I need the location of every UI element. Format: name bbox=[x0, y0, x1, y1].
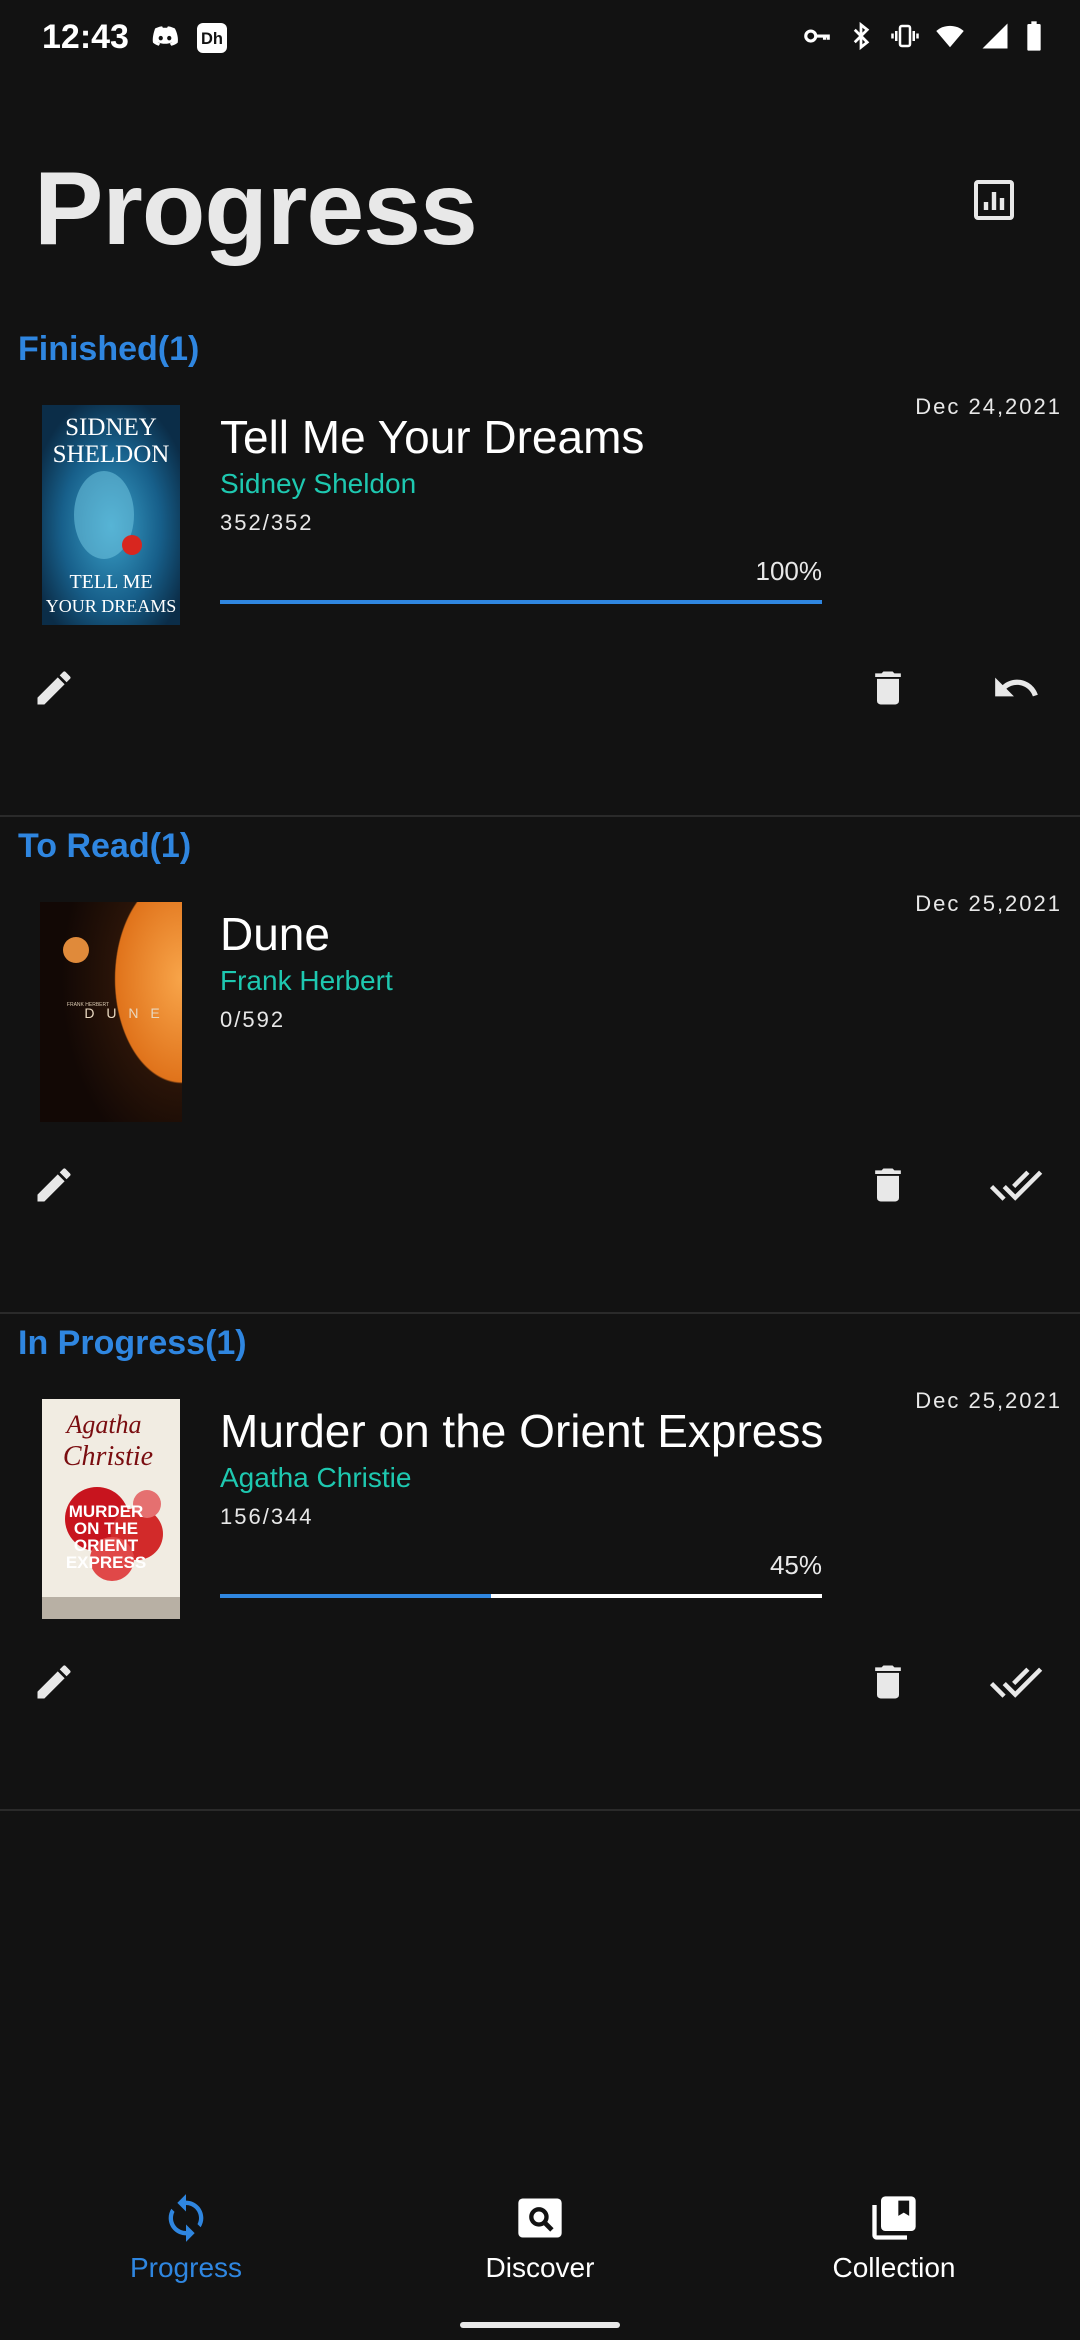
collection-icon bbox=[872, 2196, 916, 2240]
sync-icon bbox=[168, 2194, 204, 2242]
battery-icon bbox=[1024, 20, 1044, 52]
screen: 12:43 Dh Progress Finished(1) SIDNEY SHE… bbox=[0, 0, 1080, 2340]
double-check-icon bbox=[989, 1170, 1043, 1201]
cover-text: Christie bbox=[63, 1441, 153, 1472]
discord-icon bbox=[148, 20, 182, 56]
nav-label: Progress bbox=[129, 2252, 243, 2283]
double-check-icon bbox=[989, 1667, 1043, 1698]
book-author: Frank Herbert bbox=[220, 965, 393, 996]
section-header: In Progress(1) bbox=[18, 1324, 247, 1362]
status-right-icons bbox=[802, 20, 1044, 52]
section-finished: Finished(1) SIDNEY SHELDON TELL ME YOUR … bbox=[0, 320, 1080, 817]
progress-fill bbox=[220, 1594, 491, 1598]
nav-progress[interactable]: Progress bbox=[66, 2192, 306, 2284]
cover-text: YOUR DREAMS bbox=[46, 596, 177, 616]
book-title[interactable]: Murder on the Orient Express bbox=[220, 1404, 823, 1458]
cover-text: Agatha bbox=[64, 1410, 141, 1439]
disney-plus-icon: Dh bbox=[194, 20, 230, 56]
book-cover[interactable]: SIDNEY SHELDON TELL ME YOUR DREAMS bbox=[42, 405, 180, 625]
progress-bar bbox=[220, 600, 822, 604]
edit-button[interactable] bbox=[26, 660, 82, 716]
mark-finished-button[interactable] bbox=[988, 1157, 1044, 1213]
pencil-icon bbox=[37, 1665, 71, 1699]
cover-text: D U N E bbox=[84, 1005, 163, 1021]
book-pages: 352/352 bbox=[220, 510, 314, 535]
edit-button[interactable] bbox=[26, 1654, 82, 1710]
status-time: 12:43 bbox=[42, 18, 129, 56]
section-header: To Read(1) bbox=[18, 827, 192, 865]
cover-text: SIDNEY bbox=[65, 414, 157, 441]
trash-icon bbox=[875, 1665, 901, 1699]
svg-text:Dh: Dh bbox=[201, 30, 223, 48]
book-title[interactable]: Tell Me Your Dreams bbox=[220, 410, 644, 464]
book-author: Agatha Christie bbox=[220, 1462, 412, 1493]
book-pages: 156/344 bbox=[220, 1504, 314, 1529]
delete-button[interactable] bbox=[860, 1157, 916, 1213]
wifi-icon bbox=[934, 21, 966, 51]
book-date: Dec 25,2021 bbox=[915, 1388, 1062, 1413]
progress-percent: 45% bbox=[769, 1550, 822, 1580]
nav-discover[interactable]: Discover bbox=[420, 2192, 660, 2284]
vpn-key-icon bbox=[802, 21, 832, 51]
cover-text: SHELDON bbox=[53, 441, 170, 468]
book-title[interactable]: Dune bbox=[220, 907, 330, 961]
progress-bar bbox=[220, 1594, 822, 1598]
bottom-nav: Progress Discover Collection bbox=[0, 2180, 1080, 2340]
search-icon bbox=[518, 2198, 562, 2238]
cover-text: EXPRESS bbox=[66, 1553, 146, 1572]
nav-label: Discover bbox=[485, 2252, 595, 2283]
cover-text: TELL ME bbox=[69, 571, 152, 593]
pencil-icon bbox=[37, 1168, 71, 1202]
trash-icon bbox=[875, 1168, 901, 1202]
book-date: Dec 25,2021 bbox=[915, 891, 1062, 916]
delete-button[interactable] bbox=[860, 1654, 916, 1710]
page-title: Progress bbox=[34, 151, 478, 267]
pencil-icon bbox=[37, 671, 71, 705]
signal-icon bbox=[980, 21, 1010, 51]
undo-icon bbox=[995, 677, 1038, 697]
section-in-progress: In Progress(1) Agatha Christie MURDER ON… bbox=[0, 1314, 1080, 1811]
nav-collection[interactable]: Collection bbox=[774, 2192, 1014, 2284]
section-header: Finished(1) bbox=[18, 330, 200, 368]
status-bar: 12:43 Dh bbox=[0, 0, 1080, 76]
status-left-icons: Dh bbox=[148, 20, 230, 56]
nav-label: Collection bbox=[832, 2252, 956, 2283]
book-cover[interactable]: FRANK HERBERT D U N E bbox=[40, 902, 182, 1122]
progress-percent: 100% bbox=[755, 556, 823, 586]
section-to-read: To Read(1) FRANK HERBERT D U N E Dune Fr… bbox=[0, 817, 1080, 1314]
book-author: Sidney Sheldon bbox=[220, 468, 417, 499]
book-date: Dec 24,2021 bbox=[915, 394, 1062, 419]
vibrate-icon bbox=[890, 21, 920, 51]
book-pages: 0/592 bbox=[220, 1007, 286, 1032]
edit-button[interactable] bbox=[26, 1157, 82, 1213]
progress-fill bbox=[220, 600, 822, 604]
undo-button[interactable] bbox=[988, 660, 1044, 716]
stats-button[interactable] bbox=[970, 176, 1018, 224]
bluetooth-icon bbox=[846, 20, 876, 52]
trash-icon bbox=[875, 671, 901, 705]
book-cover[interactable]: Agatha Christie MURDER ON THE ORIENT EXP… bbox=[42, 1399, 180, 1619]
gesture-bar[interactable] bbox=[460, 2322, 620, 2328]
mark-finished-button[interactable] bbox=[988, 1654, 1044, 1710]
delete-button[interactable] bbox=[860, 660, 916, 716]
bar-chart-icon bbox=[974, 180, 1014, 220]
